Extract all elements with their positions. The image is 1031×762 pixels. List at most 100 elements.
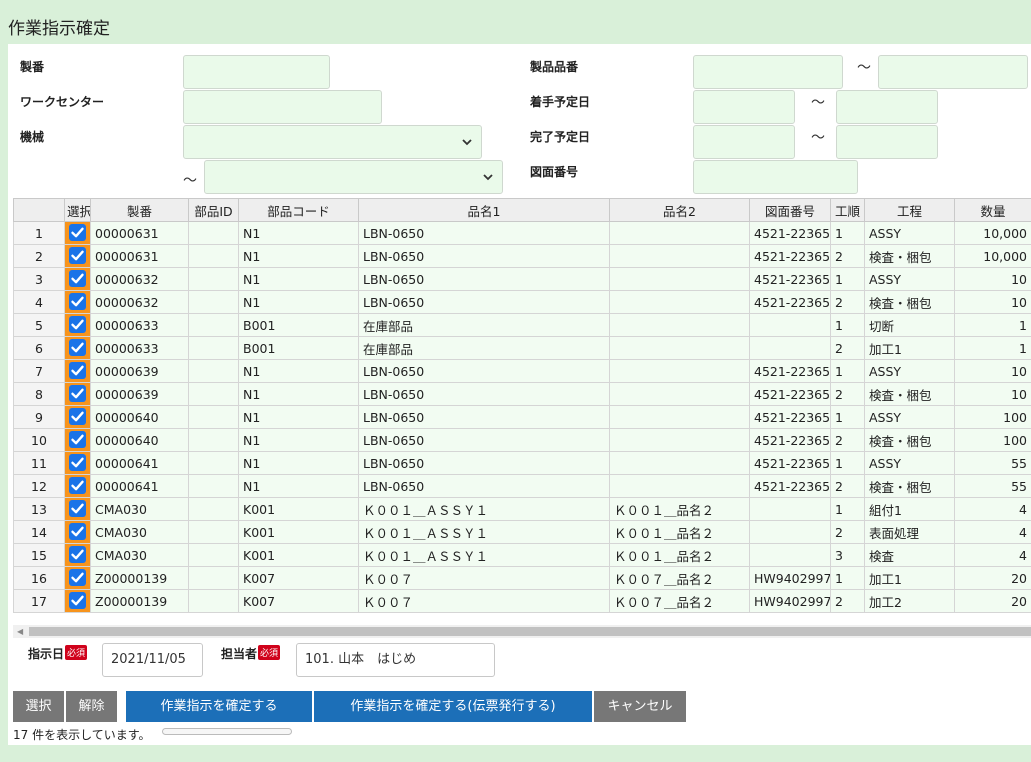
cell-select[interactable]	[64, 244, 91, 268]
checkmark-icon	[71, 526, 84, 536]
col-header-part-code[interactable]: 部品コード	[238, 198, 359, 222]
seiban-input[interactable]	[183, 55, 330, 89]
col-header-part-id[interactable]: 部品ID	[188, 198, 239, 222]
confirm-button[interactable]: 作業指示を確定する	[126, 691, 312, 722]
table-row[interactable]: 17 Z00000139 K007 Ｋ００７ Ｋ００７＿品名２ HW9402997- 2 加工…	[13, 589, 1031, 613]
table-row[interactable]: 7 00000639 N1 LBN-0650 4521-22365 1 ASSY 10	[13, 359, 1031, 383]
row-checkbox[interactable]	[69, 568, 86, 586]
cancel-button[interactable]: キャンセル	[594, 691, 686, 722]
table-row[interactable]: 16 Z00000139 K007 Ｋ００７ Ｋ００７＿品名２ HW9402997- 1 加工…	[13, 566, 1031, 590]
row-checkbox[interactable]	[69, 453, 86, 471]
row-checkbox[interactable]	[69, 338, 86, 356]
table-row[interactable]: 8 00000639 N1 LBN-0650 4521-22365 2 検査・梱包 10	[13, 382, 1031, 406]
cell-part-code: N1	[238, 451, 359, 475]
row-checkbox[interactable]	[69, 407, 86, 425]
table-row[interactable]: 10 00000640 N1 LBN-0650 4521-22365 2 検査・梱包 100	[13, 428, 1031, 452]
cell-select[interactable]	[64, 451, 91, 475]
deselect-all-button[interactable]: 解除	[66, 691, 117, 722]
scrollbar-thumb[interactable]	[29, 627, 1031, 636]
workcenter-input[interactable]	[183, 90, 382, 124]
cell-select[interactable]	[64, 382, 91, 406]
cell-select[interactable]	[64, 543, 91, 567]
row-checkbox[interactable]	[69, 476, 86, 494]
cell-seiban: 00000633	[90, 313, 189, 337]
cell-select[interactable]	[64, 313, 91, 337]
row-checkbox[interactable]	[69, 499, 86, 517]
cell-name2	[609, 336, 750, 360]
col-header-name1[interactable]: 品名1	[358, 198, 610, 222]
cell-name2	[609, 428, 750, 452]
col-header-drawing-no[interactable]: 図面番号	[749, 198, 831, 222]
table-row[interactable]: 4 00000632 N1 LBN-0650 4521-22365 2 検査・梱包 10	[13, 290, 1031, 314]
cell-quantity: 1	[954, 336, 1031, 360]
col-header-process[interactable]: 工程	[864, 198, 955, 222]
cell-process: ASSY	[864, 405, 955, 429]
col-header-select[interactable]: 選択	[64, 198, 91, 222]
table-row[interactable]: 15 CMA030 K001 Ｋ００１＿ＡＳＳＹ１ Ｋ００１＿品名２ 3 検査 4	[13, 543, 1031, 567]
table-row[interactable]: 1 00000631 N1 LBN-0650 4521-22365 1 ASSY 10,000	[13, 221, 1031, 245]
drawing-no-input[interactable]	[693, 160, 858, 194]
cell-drawing-no: 4521-22365	[749, 267, 831, 291]
assignee-input[interactable]: 101. 山本 はじめ	[296, 643, 495, 677]
checkmark-icon	[71, 549, 84, 559]
table-row[interactable]: 5 00000633 B001 在庫部品 1 切断 1	[13, 313, 1031, 337]
cell-select[interactable]	[64, 520, 91, 544]
row-checkbox[interactable]	[69, 522, 86, 540]
cell-select[interactable]	[64, 428, 91, 452]
table-row[interactable]: 3 00000632 N1 LBN-0650 4521-22365 1 ASSY 10	[13, 267, 1031, 291]
row-checkbox[interactable]	[69, 246, 86, 264]
cell-select[interactable]	[64, 589, 91, 613]
machine-to-select[interactable]	[204, 160, 503, 194]
cell-quantity: 10	[954, 267, 1031, 291]
machine-select[interactable]	[183, 125, 482, 159]
table-row[interactable]: 14 CMA030 K001 Ｋ００１＿ＡＳＳＹ１ Ｋ００１＿品名２ 2 表面処理 4	[13, 520, 1031, 544]
table-row[interactable]: 9 00000640 N1 LBN-0650 4521-22365 1 ASSY 100	[13, 405, 1031, 429]
col-header-seiban[interactable]: 製番	[90, 198, 189, 222]
scroll-left-icon[interactable]: ◀	[17, 627, 23, 636]
row-checkbox[interactable]	[69, 269, 86, 287]
row-checkbox[interactable]	[69, 591, 86, 609]
row-checkbox[interactable]	[69, 315, 86, 333]
row-checkbox[interactable]	[69, 361, 86, 379]
work-order-table: 選択 製番 部品ID 部品コード 品名1 品名2 図面番号 工順 工程 数量 1…	[13, 198, 1031, 613]
start-date-to-input[interactable]	[836, 90, 938, 124]
cell-route-seq: 2	[830, 290, 865, 314]
table-row[interactable]: 12 00000641 N1 LBN-0650 4521-22365 2 検査・梱包 55	[13, 474, 1031, 498]
table-row[interactable]: 11 00000641 N1 LBN-0650 4521-22365 1 ASSY 55	[13, 451, 1031, 475]
end-date-from-input[interactable]	[693, 125, 795, 159]
cell-select[interactable]	[64, 221, 91, 245]
cell-select[interactable]	[64, 359, 91, 383]
cell-route-seq: 1	[830, 359, 865, 383]
row-checkbox[interactable]	[69, 545, 86, 563]
cell-select[interactable]	[64, 290, 91, 314]
table-row[interactable]: 6 00000633 B001 在庫部品 2 加工1 1	[13, 336, 1031, 360]
confirm-with-slip-button[interactable]: 作業指示を確定する(伝票発行する)	[314, 691, 592, 722]
product-no-to-input[interactable]	[878, 55, 1028, 89]
start-date-from-input[interactable]	[693, 90, 795, 124]
row-checkbox[interactable]	[69, 384, 86, 402]
horizontal-scrollbar[interactable]: ◀	[13, 625, 1031, 638]
cell-drawing-no	[749, 336, 831, 360]
col-header-name2[interactable]: 品名2	[609, 198, 750, 222]
select-all-button[interactable]: 選択	[13, 691, 64, 722]
col-header-route-seq[interactable]: 工順	[830, 198, 865, 222]
cell-select[interactable]	[64, 267, 91, 291]
row-checkbox[interactable]	[69, 223, 86, 241]
cell-select[interactable]	[64, 405, 91, 429]
instruction-date-input[interactable]: 2021/11/05	[102, 643, 203, 677]
cell-process: 検査・梱包	[864, 290, 955, 314]
cell-seiban: CMA030	[90, 520, 189, 544]
cell-select[interactable]	[64, 474, 91, 498]
cell-route-seq: 2	[830, 382, 865, 406]
row-checkbox[interactable]	[69, 430, 86, 448]
col-header-quantity[interactable]: 数量	[954, 198, 1031, 222]
end-date-to-input[interactable]	[836, 125, 938, 159]
table-row[interactable]: 2 00000631 N1 LBN-0650 4521-22365 2 検査・梱包 10,00…	[13, 244, 1031, 268]
row-checkbox[interactable]	[69, 292, 86, 310]
cell-process: 切断	[864, 313, 955, 337]
cell-select[interactable]	[64, 566, 91, 590]
product-no-from-input[interactable]	[693, 55, 843, 89]
table-row[interactable]: 13 CMA030 K001 Ｋ００１＿ＡＳＳＹ１ Ｋ００１＿品名２ 1 組付1 4	[13, 497, 1031, 521]
cell-select[interactable]	[64, 497, 91, 521]
cell-select[interactable]	[64, 336, 91, 360]
